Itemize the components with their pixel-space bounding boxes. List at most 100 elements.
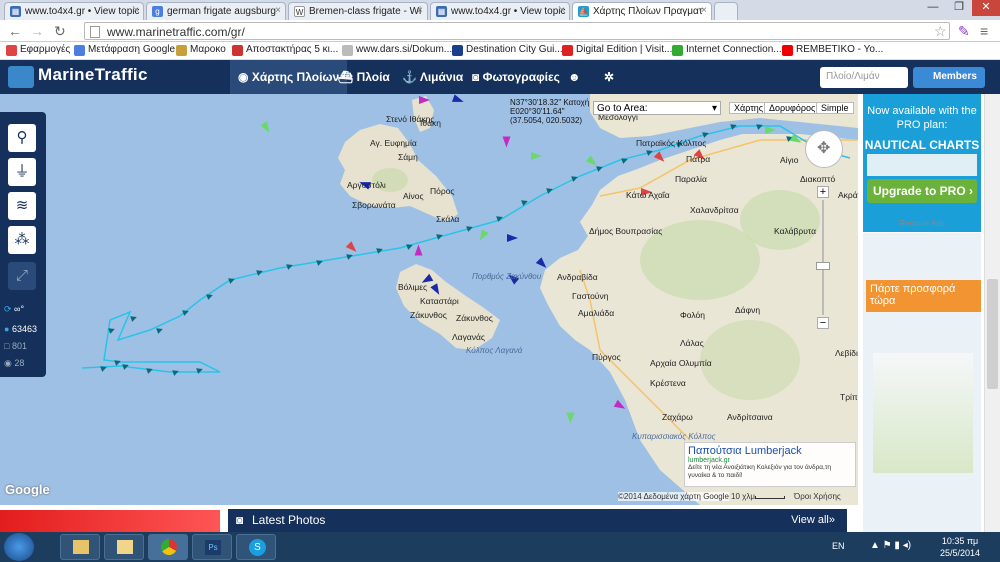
network-icon[interactable]: ⁂ xyxy=(8,226,36,254)
fullscreen-icon[interactable]: ⤢ xyxy=(8,262,36,290)
browser-tab-bar: ▦ www.to4x4.gr • View topic × g german frig… xyxy=(0,0,1000,20)
start-button[interactable] xyxy=(4,533,34,561)
vessel-marker-icon[interactable] xyxy=(414,244,423,256)
browser-tab[interactable]: ▦ www.to4x4.gr • View topic × xyxy=(4,2,144,20)
explorer-taskbar-button[interactable] xyxy=(60,534,100,560)
members-button[interactable]: Members xyxy=(913,67,985,88)
lumberjack-ad[interactable]: Παπούτσια Lumberjack lumberjack.gr Δείτε… xyxy=(684,442,856,487)
place-label: Δάφνη xyxy=(735,305,761,315)
place-label: Κρέστενα xyxy=(650,378,686,388)
close-icon[interactable]: × xyxy=(701,5,707,16)
coordinate-readout: N37°30'18.32" Κατοχή E020°30'11.64" (37.… xyxy=(510,98,590,125)
scrollbar-thumb[interactable] xyxy=(987,279,998,389)
bookmark-item[interactable]: Αποστακτήρας 5 κι... xyxy=(232,44,338,56)
gear-icon[interactable]: ✲ xyxy=(596,60,622,94)
browser-tab[interactable]: ▦ www.to4x4.gr • View topic × xyxy=(430,2,570,20)
chevron-down-icon: ▾ xyxy=(711,103,717,114)
vessel-marker-icon[interactable] xyxy=(765,126,776,134)
browser-tab[interactable]: W Bremen-class frigate - Wi × xyxy=(288,2,428,20)
place-label: Τρίπολη xyxy=(840,392,858,402)
maximize-button[interactable]: ❐ xyxy=(946,0,972,16)
url-bar[interactable]: www.marinetraffic.com/gr/ xyxy=(84,22,950,40)
zoom-out-button[interactable]: − xyxy=(817,317,829,329)
star-icon[interactable]: ☆ xyxy=(934,23,947,39)
extension-icon[interactable]: ✎ xyxy=(958,23,970,39)
brand-logo[interactable]: MarineTraffic xyxy=(8,65,148,88)
wikipedia-icon: W xyxy=(294,6,305,17)
photoshop-taskbar-button[interactable]: Ps xyxy=(192,534,232,560)
close-icon[interactable]: × xyxy=(559,5,565,16)
eye-icon: ◉ xyxy=(4,358,15,368)
upgrade-to-pro-button[interactable]: Upgrade to PRO › xyxy=(867,179,977,203)
view-all-link[interactable]: View all» xyxy=(791,514,835,526)
bookmark-item[interactable]: www.dars.si/Dokum... xyxy=(342,44,452,56)
offer-button[interactable]: Πάρτε προσφορά τώρα xyxy=(866,280,981,312)
camera-icon: ◙ xyxy=(236,513,244,527)
map-type-map-button[interactable]: Χάρτης xyxy=(729,102,769,114)
close-icon[interactable]: × xyxy=(275,5,281,16)
square-icon: □ xyxy=(4,341,12,351)
google-logo: Google xyxy=(5,482,50,497)
bookmark-item[interactable]: Internet Connection... xyxy=(672,44,782,56)
nav-ships[interactable]: ⛴ Πλοία xyxy=(330,60,398,94)
page-icon xyxy=(342,45,353,56)
map-type-simple-button[interactable]: Simple xyxy=(816,102,854,114)
terms-link[interactable]: Όροι Χρήσης xyxy=(794,492,841,501)
car-ad-image xyxy=(873,353,973,473)
place-label: Λάλας xyxy=(680,338,704,348)
vessel-marker-icon[interactable] xyxy=(507,234,518,242)
nav-photos[interactable]: ◙ Φωτογραφίες xyxy=(464,60,568,94)
mail-taskbar-button[interactable] xyxy=(104,534,144,560)
reload-icon[interactable]: ↻ xyxy=(54,23,66,39)
minimize-button[interactable]: — xyxy=(920,0,946,16)
new-tab-button[interactable] xyxy=(714,2,738,20)
search-input[interactable]: Πλοίο/Λιμάν xyxy=(820,67,908,88)
car-ad[interactable] xyxy=(863,233,981,533)
zoom-slider-handle[interactable] xyxy=(816,262,830,270)
filter-icon[interactable]: ⏚ xyxy=(8,158,36,186)
browser-tab-active[interactable]: ⛵ Χάρτης Πλοίων Πραγματ × xyxy=(572,2,712,20)
place-label: Λαγανάς xyxy=(452,332,486,342)
vessel-marker-icon[interactable] xyxy=(502,136,511,148)
bookmark-item[interactable]: Digital Edition | Visit... xyxy=(562,44,672,56)
nav-ports[interactable]: ⚓ Λιμάνια xyxy=(394,60,471,94)
chrome-taskbar-button[interactable] xyxy=(148,534,188,560)
browser-tab[interactable]: g german frigate augsburg × xyxy=(146,2,286,20)
pro-plan-ad[interactable]: Now available with the PRO plan: NAUTICA… xyxy=(863,94,981,232)
bookmark-item[interactable]: Destination City Gui... xyxy=(452,44,563,56)
vessel-marker-icon[interactable] xyxy=(531,152,542,160)
bookmark-item[interactable]: Μετάφραση Google xyxy=(74,44,175,56)
skype-taskbar-button[interactable]: S xyxy=(236,534,276,560)
search-icon[interactable]: ⚲ xyxy=(8,124,36,152)
system-clock[interactable]: 10:35 πμ 25/5/2014 xyxy=(940,535,980,559)
map-type-satellite-button[interactable]: Δορυφόρος xyxy=(764,102,821,114)
menu-icon[interactable]: ≡ xyxy=(980,23,988,39)
tray-icons[interactable]: ▲ ⚑ ▮ ◂) xyxy=(870,540,911,551)
language-indicator[interactable]: EN xyxy=(832,541,845,551)
pan-control[interactable]: ✥ xyxy=(805,130,843,168)
forward-icon[interactable]: → xyxy=(30,23,44,39)
banner-ad[interactable] xyxy=(0,510,220,532)
zoom-in-button[interactable]: + xyxy=(817,186,829,198)
close-icon[interactable]: × xyxy=(133,5,139,16)
close-window-button[interactable]: ✕ xyxy=(972,0,1000,16)
remove-ads-link[interactable]: Remove Ads xyxy=(863,219,981,228)
place-label: Αργοστόλι xyxy=(347,180,386,190)
close-icon[interactable]: × xyxy=(417,5,423,16)
place-label: Ακράτα xyxy=(838,190,858,200)
go-to-area-select[interactable]: Go to Area: ▾ xyxy=(593,101,721,115)
vessel-marker-icon[interactable] xyxy=(419,96,430,104)
user-icon[interactable]: ☻ xyxy=(560,60,589,94)
back-icon[interactable]: ← xyxy=(8,23,22,39)
bookmark-item[interactable]: Μαροκο xyxy=(176,44,226,56)
layers-icon[interactable]: ≋ xyxy=(8,192,36,220)
latest-photos-bar[interactable]: ◙ Latest Photos View all» xyxy=(228,509,847,532)
place-label: Σκάλα xyxy=(436,214,460,224)
vessel-marker-icon[interactable] xyxy=(566,412,575,424)
zoom-slider[interactable] xyxy=(822,200,824,315)
bookmark-item[interactable]: Εφαρμογές xyxy=(6,44,70,56)
place-label: Ζάκυνθος xyxy=(410,310,447,320)
bookmark-item[interactable]: REMBETIKO - Yo... xyxy=(782,44,883,56)
google-icon: g xyxy=(152,6,163,17)
page-scrollbar[interactable] xyxy=(984,94,1000,532)
